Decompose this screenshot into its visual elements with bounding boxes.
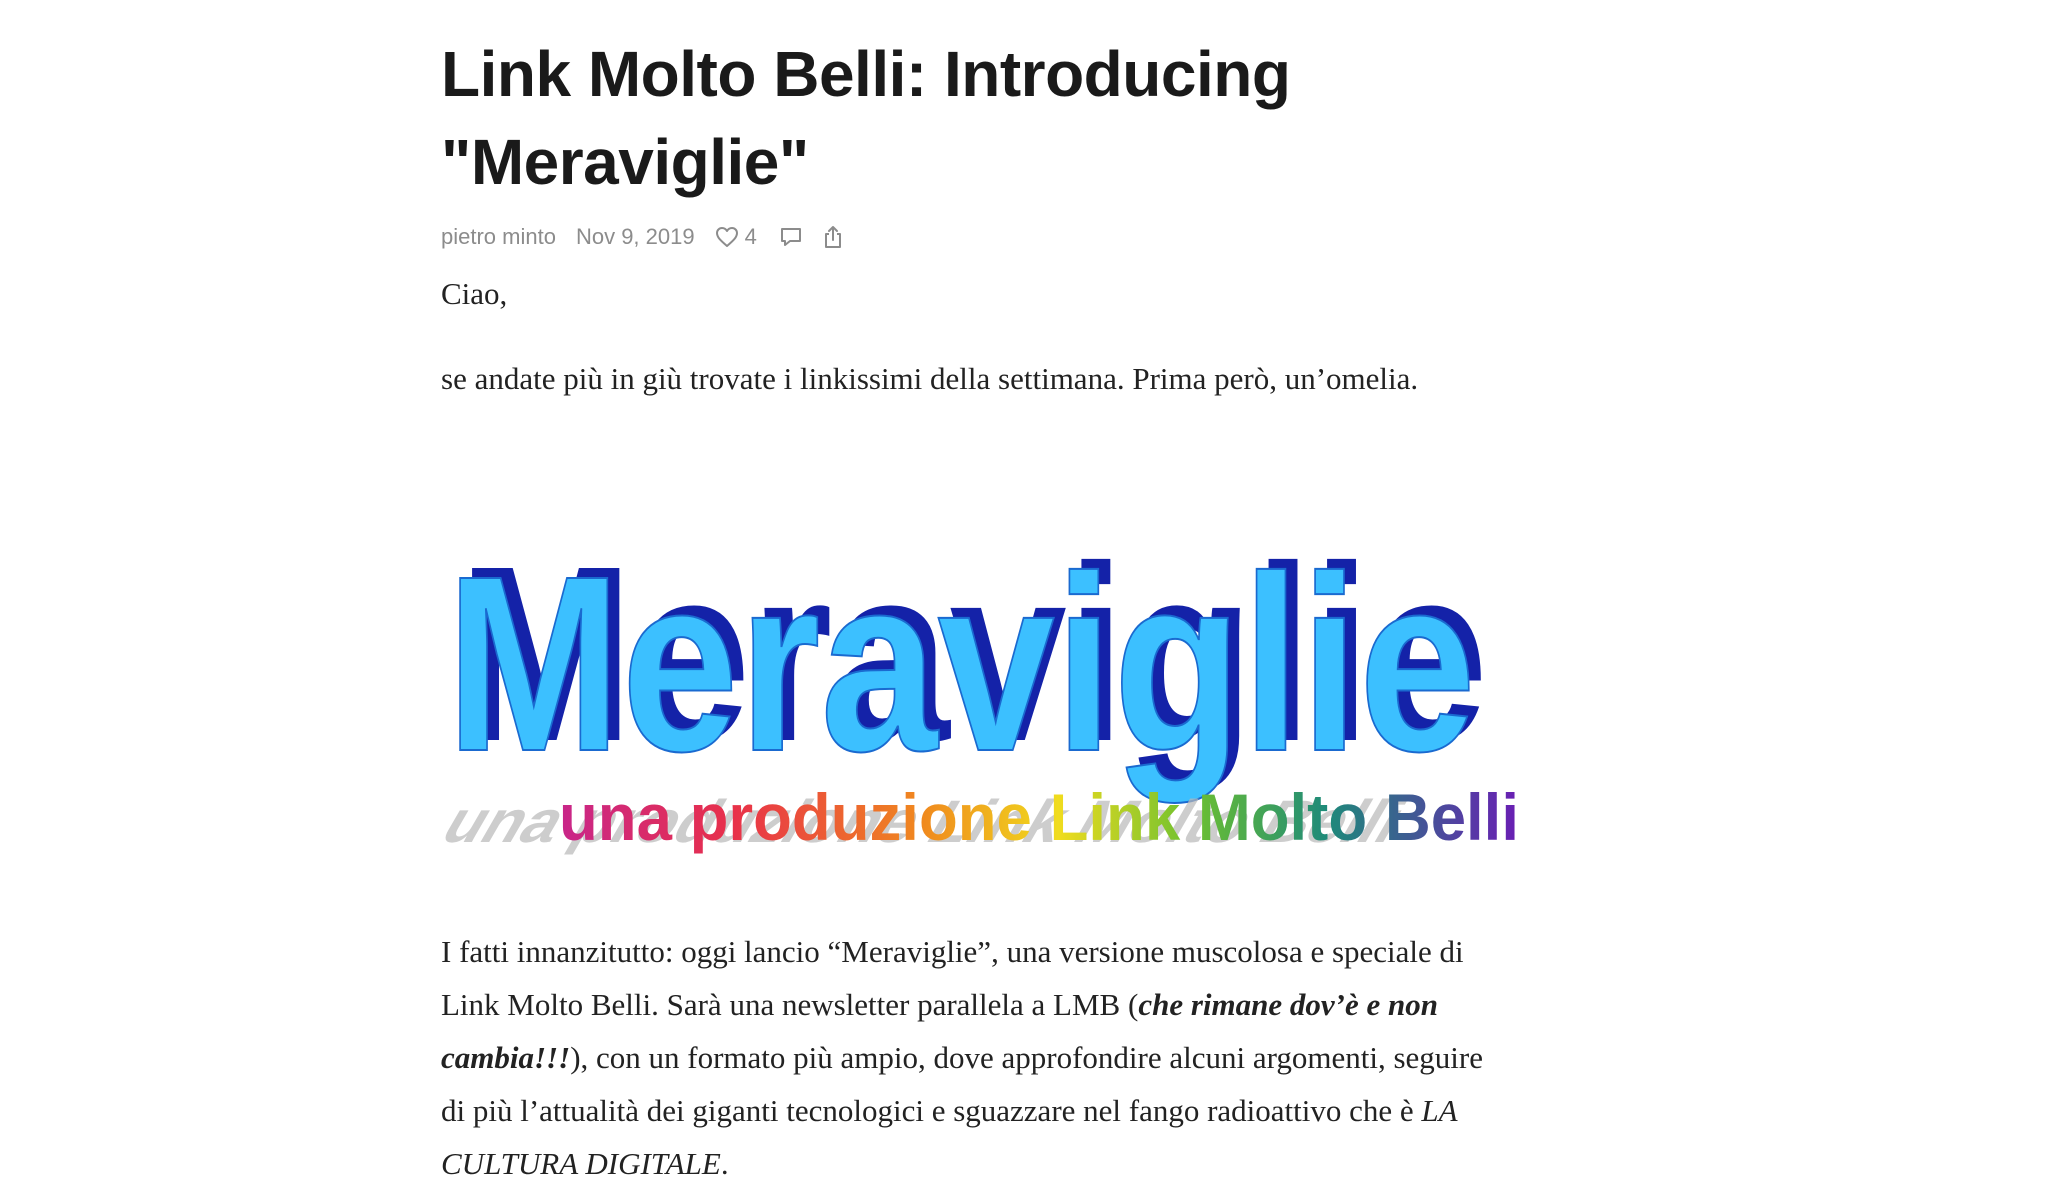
- post-meta: pietro minto Nov 9, 2019 4: [441, 220, 1641, 254]
- post-title-line-1: Link Molto Belli: Introducing: [441, 38, 1291, 110]
- main-line-4: di più l’attualità dei giganti tecnologi…: [441, 1084, 1641, 1137]
- main-line-3: cambia!!!), con un formato più ampio, do…: [441, 1031, 1641, 1084]
- main-text: I fatti innanzitutto: oggi lancio “Merav…: [441, 934, 1464, 969]
- main-text: di più l’attualità dei giganti tecnologi…: [441, 1093, 1422, 1128]
- main-line-2: Link Molto Belli. Sarà una newsletter pa…: [441, 978, 1641, 1031]
- banner-subtitle: una produzione Link Molto Belli: [559, 780, 1519, 854]
- comment-icon: [780, 228, 801, 246]
- meraviglie-banner: Meraviglie Meraviglie una produzione Lin…: [430, 450, 1641, 880]
- post-date: Nov 9, 2019: [575, 224, 695, 249]
- like-count: 4: [744, 224, 757, 249]
- meraviglie-logo: Meraviglie Meraviglie una produzione Lin…: [430, 514, 1519, 855]
- heart-icon: [715, 227, 738, 247]
- share-icon: [824, 226, 841, 248]
- main-emphasis: che rimane dov’è e non: [1138, 987, 1438, 1022]
- main-text: Link Molto Belli. Sarà una newsletter pa…: [441, 987, 1139, 1022]
- main-paragraph: I fatti innanzitutto: oggi lancio “Merav…: [441, 925, 1641, 1190]
- post-title: Link Molto Belli: Introducing "Meravigli…: [441, 30, 1641, 206]
- author-link[interactable]: pietro minto: [441, 224, 556, 250]
- main-italic: LA: [1421, 1093, 1458, 1128]
- comment-button[interactable]: [779, 226, 803, 248]
- main-line-5: CULTURA DIGITALE.: [441, 1137, 1641, 1190]
- share-button[interactable]: [823, 225, 843, 249]
- greeting-paragraph: Ciao,: [441, 276, 508, 311]
- post-title-line-2: "Meraviglie": [441, 126, 809, 198]
- main-text: ), con un formato più ampio, dove approf…: [570, 1040, 1483, 1075]
- main-emphasis: cambia!!!: [441, 1040, 571, 1075]
- intro-paragraph: se andate più in giù trovate i linkissim…: [441, 361, 1419, 396]
- like-button[interactable]: 4: [715, 224, 757, 250]
- main-italic: CULTURA DIGITALE: [441, 1146, 721, 1181]
- main-line-1: I fatti innanzitutto: oggi lancio “Merav…: [441, 925, 1641, 978]
- banner-title: Meraviglie: [446, 524, 1476, 803]
- post: Link Molto Belli: Introducing "Meravigli…: [430, 30, 1641, 1181]
- main-text: .: [720, 1146, 729, 1181]
